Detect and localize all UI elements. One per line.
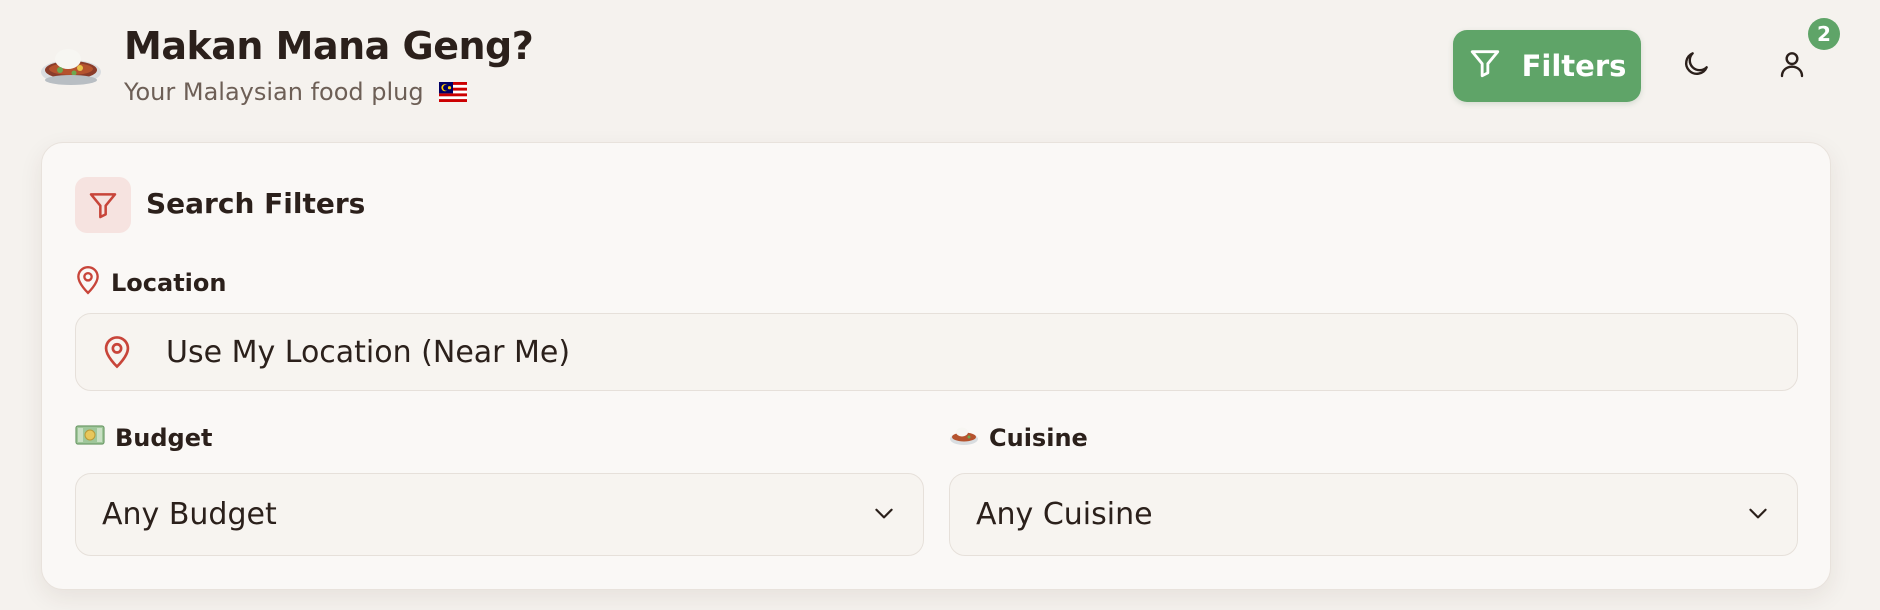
cuisine-label: Cuisine [949, 424, 1088, 452]
filters-button[interactable]: Filters [1453, 30, 1641, 102]
location-label-text: Location [111, 269, 227, 297]
app-subtitle-text: Your Malaysian food plug [124, 78, 424, 106]
budget-label: Budget [75, 424, 213, 452]
search-filters-panel: Search Filters Location Use My Location … [41, 142, 1831, 590]
moon-icon [1680, 48, 1712, 84]
location-value: Use My Location (Near Me) [166, 334, 571, 370]
filter-icon [1468, 46, 1502, 87]
app-title: Makan Mana Geng? [124, 24, 534, 68]
location-label: Location [75, 265, 226, 301]
cuisine-selected-value: Any Cuisine [976, 497, 1153, 532]
filters-button-label: Filters [1521, 49, 1627, 83]
app-subtitle: Your Malaysian food plug [124, 78, 468, 106]
budget-label-text: Budget [115, 424, 213, 452]
money-icon [75, 424, 105, 452]
curry-bowl-icon [949, 424, 979, 452]
cuisine-label-text: Cuisine [989, 424, 1088, 452]
chevron-down-icon [1745, 500, 1771, 530]
chevron-down-icon [871, 500, 897, 530]
cuisine-select[interactable]: Any Cuisine [949, 473, 1798, 556]
user-icon [1776, 48, 1808, 84]
notification-badge: 2 [1808, 18, 1840, 50]
filter-icon [75, 177, 131, 233]
app-header: Makan Mana Geng? Your Malaysian food plu… [0, 0, 1880, 140]
malaysia-flag-icon [439, 80, 468, 102]
rice-plate-icon [38, 42, 104, 88]
budget-selected-value: Any Budget [102, 497, 277, 532]
panel-title: Search Filters [146, 187, 366, 220]
location-pin-icon [102, 335, 132, 369]
budget-select[interactable]: Any Budget [75, 473, 924, 556]
location-input[interactable]: Use My Location (Near Me) [75, 313, 1798, 391]
location-pin-icon [75, 265, 101, 301]
theme-toggle-button[interactable] [1666, 36, 1726, 96]
